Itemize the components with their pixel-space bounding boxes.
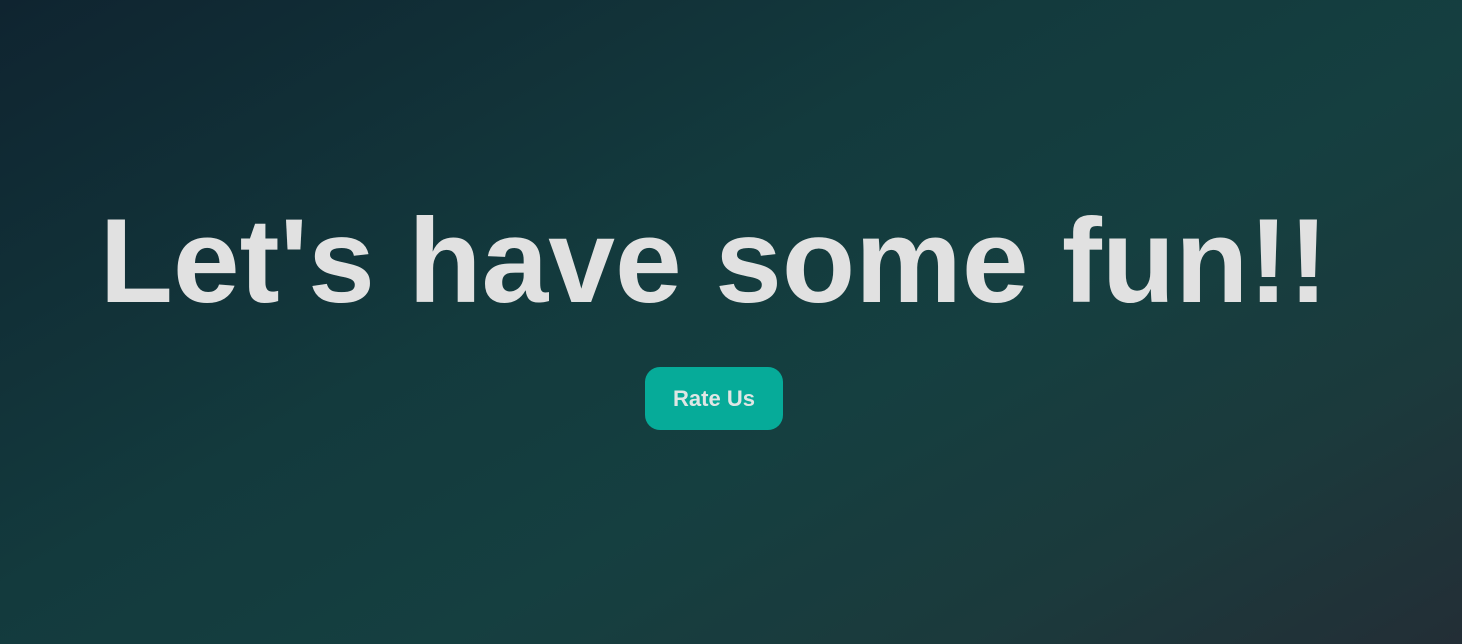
rate-us-button[interactable]: Rate Us (645, 367, 783, 430)
hero-heading: Let's have some fun!! (99, 194, 1329, 328)
hero-section: Let's have some fun!! Rate Us (0, 196, 1428, 430)
